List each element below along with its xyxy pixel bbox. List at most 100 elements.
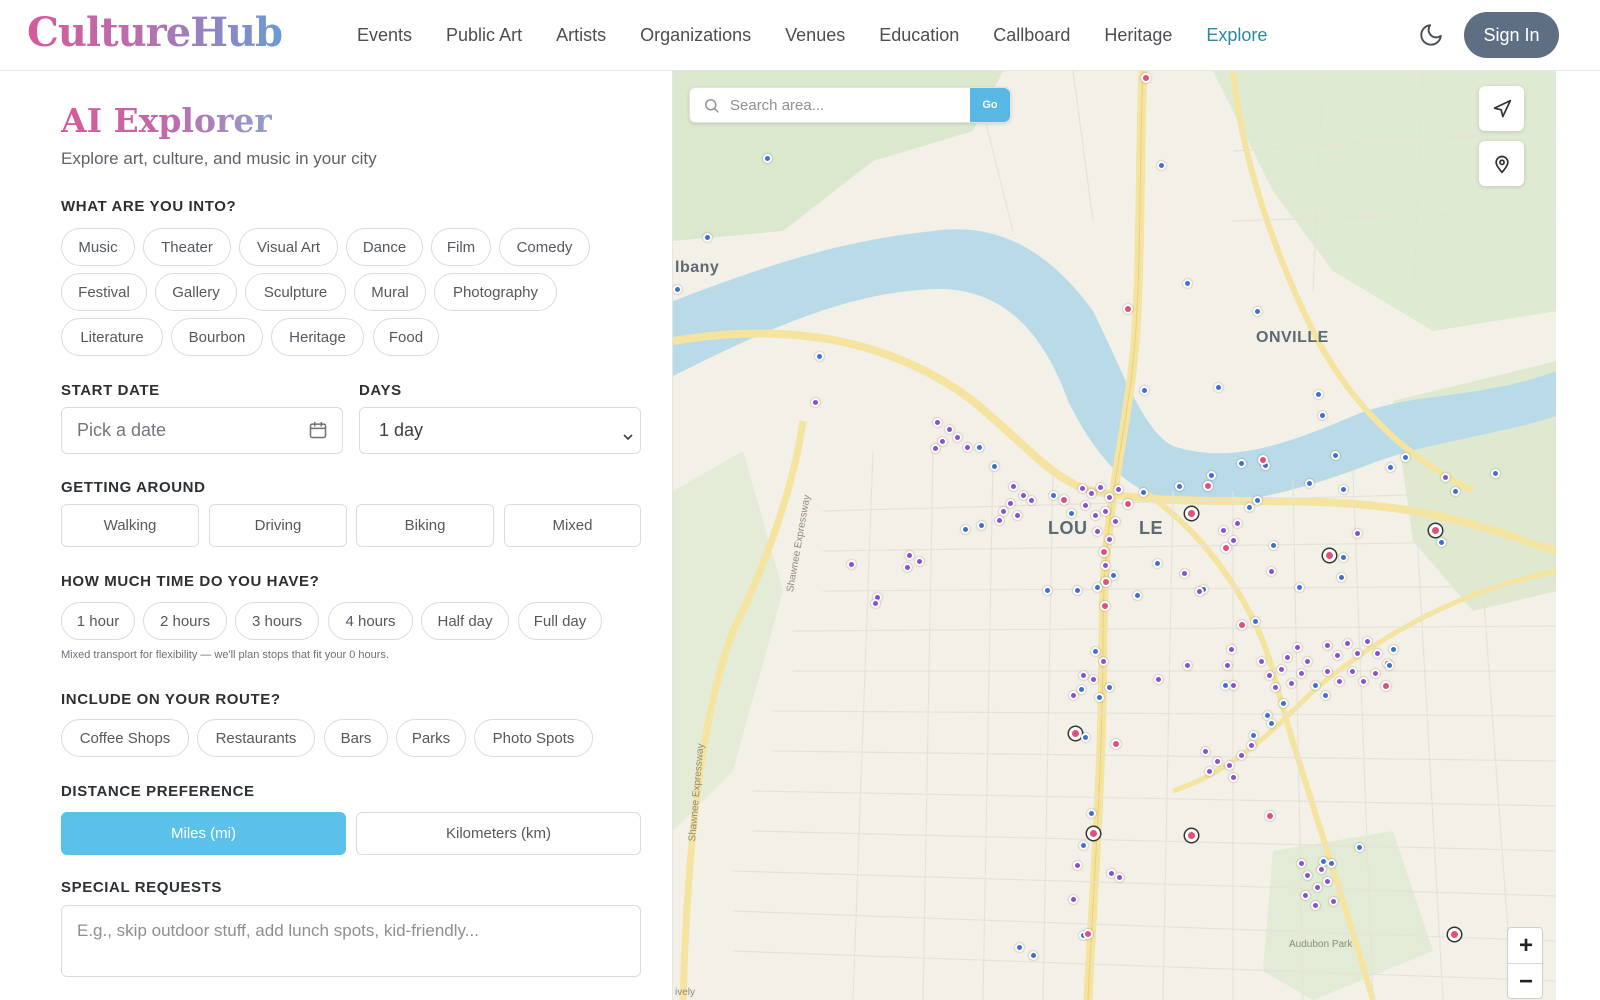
map-pin[interactable] [1329, 897, 1338, 906]
map-pin[interactable] [1359, 677, 1368, 686]
interest-chip-literature[interactable]: Literature [61, 318, 163, 356]
map-pin[interactable] [931, 444, 940, 453]
map-pin[interactable] [1373, 649, 1382, 658]
map-pin[interactable] [1247, 741, 1256, 750]
map-pin[interactable] [1087, 809, 1096, 818]
map-pin[interactable] [1323, 667, 1332, 676]
include-chip-parks[interactable]: Parks [396, 719, 466, 757]
interest-chip-theater[interactable]: Theater [143, 228, 231, 266]
map-pin[interactable] [903, 563, 912, 572]
map-pin[interactable] [1101, 507, 1110, 516]
map-pin[interactable] [1303, 657, 1312, 666]
interest-chip-heritage[interactable]: Heritage [271, 318, 364, 356]
map-pin[interactable] [1337, 573, 1346, 582]
map-pin[interactable] [1101, 577, 1111, 587]
map-pin[interactable] [1089, 675, 1098, 684]
map-pin[interactable] [1154, 675, 1163, 684]
time-chip-full-day[interactable]: Full day [518, 602, 602, 640]
nav-explore[interactable]: Explore [1189, 25, 1284, 46]
map-pin[interactable] [1363, 637, 1372, 646]
map-pin[interactable] [1081, 501, 1090, 510]
map-pin[interactable] [1069, 691, 1078, 700]
map-search-input[interactable]: Search area... [730, 97, 824, 114]
map-pin[interactable] [1348, 667, 1357, 676]
map-pin[interactable] [1009, 482, 1018, 491]
map-pin[interactable] [1013, 511, 1022, 520]
map-pin[interactable] [1105, 493, 1114, 502]
map-pin[interactable] [1249, 731, 1258, 740]
map-pin[interactable] [1096, 483, 1105, 492]
map-pin[interactable] [1448, 928, 1461, 941]
include-chip-photo-spots[interactable]: Photo Spots [474, 719, 593, 757]
map-pin[interactable] [1043, 586, 1052, 595]
map-pin[interactable] [1313, 883, 1322, 892]
nav-venues[interactable]: Venues [768, 25, 862, 46]
map-pin[interactable] [1429, 524, 1442, 537]
map-pin[interactable] [1229, 536, 1238, 545]
map-pin[interactable] [1221, 681, 1230, 690]
map-pin[interactable] [1265, 811, 1275, 821]
map-pin[interactable] [1323, 549, 1336, 562]
map-pin[interactable] [1283, 653, 1292, 662]
map-pin[interactable] [1258, 455, 1268, 465]
map-pin[interactable] [1123, 304, 1133, 314]
map-pin[interactable] [1091, 647, 1100, 656]
include-chip-coffee-shops[interactable]: Coffee Shops [61, 719, 189, 757]
map-pin[interactable] [1101, 561, 1110, 570]
nav-artists[interactable]: Artists [539, 25, 623, 46]
map-pin[interactable] [1233, 519, 1242, 528]
interest-chip-festival[interactable]: Festival [61, 273, 147, 311]
map-pin[interactable] [1343, 639, 1352, 648]
map-pin[interactable] [1279, 699, 1288, 708]
map-pin[interactable] [1079, 671, 1088, 680]
map-pin[interactable] [1297, 859, 1306, 868]
map-pin[interactable] [1201, 747, 1210, 756]
map-pin[interactable] [1099, 547, 1109, 557]
map-pin[interactable] [1301, 891, 1310, 900]
map-pin[interactable] [977, 521, 986, 530]
map-pin[interactable] [1099, 657, 1108, 666]
transport-driving-button[interactable]: Driving [209, 504, 347, 547]
map-pin[interactable] [1303, 871, 1312, 880]
map-pin[interactable] [1389, 645, 1398, 654]
map-pin[interactable] [961, 525, 970, 534]
map-pin[interactable] [1381, 681, 1391, 691]
map-pin[interactable] [1333, 651, 1342, 660]
map-pin[interactable] [1257, 657, 1266, 666]
nav-events[interactable]: Events [340, 25, 429, 46]
map-pin[interactable] [1205, 767, 1214, 776]
map-pin[interactable] [1227, 645, 1236, 654]
zoom-in-button[interactable]: + [1508, 928, 1544, 964]
map-pin[interactable] [1093, 583, 1102, 592]
interest-chip-photography[interactable]: Photography [434, 273, 557, 311]
map-pin[interactable] [1015, 943, 1024, 952]
map-pin[interactable] [1093, 527, 1102, 536]
map-pin[interactable] [1133, 591, 1142, 600]
map-pin[interactable] [763, 154, 772, 163]
sign-in-button[interactable]: Sign In [1464, 12, 1559, 58]
map-pin[interactable] [1111, 517, 1120, 526]
map-pin[interactable] [1318, 411, 1327, 420]
map-pin[interactable] [1271, 683, 1280, 692]
map-pin[interactable] [938, 437, 947, 446]
map-pin[interactable] [1223, 661, 1232, 670]
time-chip-1-hour[interactable]: 1 hour [61, 602, 135, 640]
map-pin[interactable] [847, 560, 856, 569]
map-pin[interactable] [1073, 586, 1082, 595]
map-pin[interactable] [1353, 529, 1362, 538]
map-pin[interactable] [1141, 73, 1151, 83]
map-pin[interactable] [933, 418, 942, 427]
map-pin[interactable] [1183, 661, 1192, 670]
map-pin[interactable] [703, 233, 712, 242]
map-pin[interactable] [1219, 526, 1228, 535]
map-pin[interactable] [1006, 499, 1015, 508]
map-pin[interactable] [1115, 873, 1124, 882]
map-pin[interactable] [1287, 679, 1296, 688]
map-pin[interactable] [1078, 484, 1087, 493]
map-pin[interactable] [1140, 386, 1149, 395]
map-pin[interactable] [1237, 620, 1247, 630]
map-pin[interactable] [1314, 390, 1323, 399]
map-pin[interactable] [1311, 901, 1320, 910]
map-pin[interactable] [1027, 496, 1036, 505]
map-pin[interactable] [871, 599, 880, 608]
